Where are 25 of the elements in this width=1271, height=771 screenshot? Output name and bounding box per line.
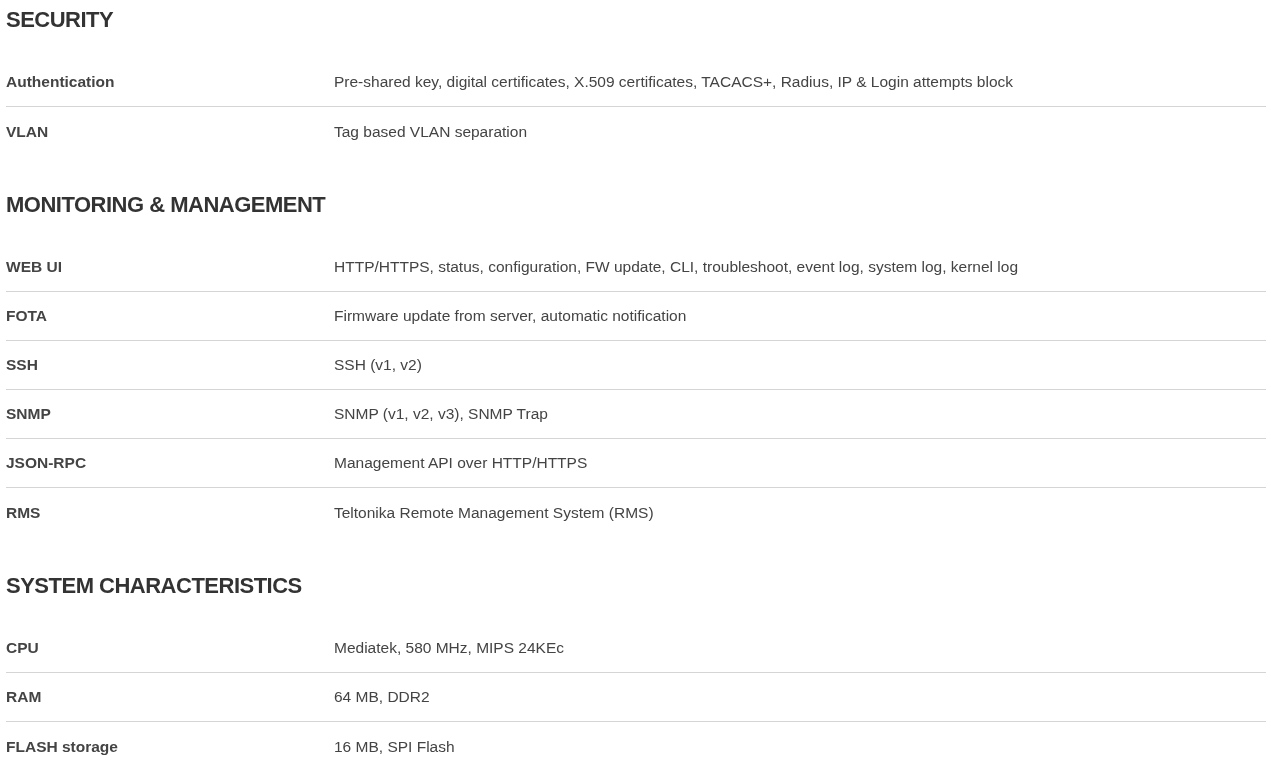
spec-label: FLASH storage bbox=[6, 737, 119, 756]
spec-value: Firmware update from server, automatic notification bbox=[334, 307, 687, 325]
spec-value: 16 MB, SPI Flash bbox=[334, 737, 455, 756]
spec-value: Pre-shared key, digital certificates, X.509 certificates, TACACS+, Radius, IP & Login attempts block bbox=[334, 73, 1013, 91]
spec-value: SSH (v1, v2) bbox=[334, 356, 422, 374]
spec-label: Authentication bbox=[6, 73, 116, 91]
spec-value: Mediatek, 580 MHz, MIPS 24KEc bbox=[334, 639, 564, 657]
spec-value: Tag based VLAN separation bbox=[334, 122, 528, 141]
spec-label: RAM bbox=[6, 688, 43, 706]
spec-label: WEB UI bbox=[6, 258, 63, 276]
spec-value: Management API over HTTP/HTTPS bbox=[334, 454, 588, 472]
spec-label: VLAN bbox=[6, 122, 50, 141]
spec-label: FOTA bbox=[6, 307, 49, 325]
section-heading: MONITORING & MANAGEMENT bbox=[6, 191, 327, 219]
spec-value: Teltonika Remote Management System (RMS) bbox=[334, 503, 654, 522]
spec-value: SNMP (v1, v2, v3), SNMP Trap bbox=[334, 405, 548, 423]
spec-label: SNMP bbox=[6, 405, 52, 423]
section-heading: SECURITY bbox=[6, 6, 115, 34]
spec-label: CPU bbox=[6, 639, 40, 657]
spec-value: HTTP/HTTPS, status, configuration, FW update, CLI, troubleshoot, event log, system log, kernel log bbox=[334, 258, 1019, 276]
spec-label: RMS bbox=[6, 503, 42, 522]
section-heading: SYSTEM CHARACTERISTICS bbox=[6, 572, 303, 600]
spec-value: 64 MB, DDR2 bbox=[334, 688, 430, 706]
spec-label: JSON-RPC bbox=[6, 454, 88, 472]
spec-label: SSH bbox=[6, 356, 39, 374]
